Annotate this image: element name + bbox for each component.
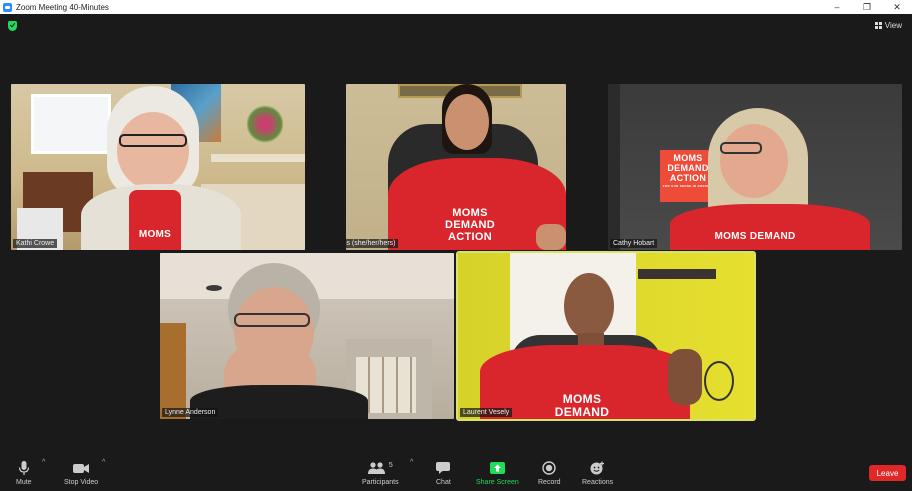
wood-cabinet (160, 323, 186, 419)
glasses (720, 142, 762, 154)
video-tile-kathi-crowe[interactable]: MOMS Kathi Crowe (11, 84, 305, 250)
shirt-text: MOMS (138, 229, 172, 240)
shelf (211, 154, 305, 162)
shirt-text-line2: DEMAND (554, 405, 610, 419)
share-screen-icon (489, 461, 505, 475)
stop-video-label: Stop Video (64, 479, 99, 486)
meeting-toolbar: Mute ^ Stop Video ^ 5 Participants ^ Cha… (0, 455, 912, 491)
reactions-button[interactable]: Reactions (582, 461, 613, 486)
participants-label: Participants (362, 479, 399, 486)
close-button[interactable]: ✕ (882, 0, 912, 14)
video-tile-lynne-anderson[interactable]: Lynne Anderson (160, 253, 454, 419)
record-label: Record (538, 479, 561, 486)
shirt-text-line1: MOMS (452, 207, 488, 219)
audio-options-caret[interactable]: ^ (42, 459, 45, 466)
glasses (234, 313, 310, 327)
participant-name: Faith Evans (she/her/hers) (346, 239, 399, 248)
microphone-icon (18, 461, 30, 475)
maximize-button[interactable]: ❐ (852, 0, 882, 14)
security-shield-icon[interactable] (8, 21, 17, 31)
shirt-text-line3: ACTION (448, 231, 492, 243)
participant-name: Laurent Vesely (460, 408, 513, 417)
zoom-app-icon (3, 2, 12, 12)
flowers (247, 104, 283, 144)
mute-button[interactable]: Mute (16, 461, 32, 486)
wall-shelf (638, 269, 716, 279)
face (445, 94, 489, 150)
mute-label: Mute (16, 479, 32, 486)
fan (704, 361, 734, 401)
face (117, 112, 189, 190)
red-shirt (670, 204, 870, 250)
right-arm (536, 224, 566, 250)
share-screen-button[interactable]: Share Screen (476, 461, 519, 486)
door-frame (608, 84, 620, 250)
chat-bubble-icon (436, 461, 451, 475)
stop-video-button[interactable]: Stop Video (64, 461, 98, 486)
video-background: MOMS DEMAND ACTION FOR GUN SENSE IN AMER… (608, 84, 902, 250)
raised-hand (668, 349, 702, 405)
record-button[interactable]: Record (538, 461, 561, 486)
red-shirt (129, 190, 181, 250)
video-camera-icon (73, 461, 90, 475)
ceiling-light (206, 285, 222, 291)
video-background: MOMS DEMAND (458, 253, 754, 419)
reactions-label: Reactions (582, 479, 614, 486)
participant-name: Cathy Hobart (610, 239, 658, 248)
shirt-text: MOMS DEMAND (714, 231, 796, 242)
grid-icon (874, 21, 882, 29)
face (564, 273, 614, 339)
window-titlebar: Zoom Meeting 40-Minutes – ❐ ✕ (0, 0, 912, 14)
view-button[interactable]: View (871, 18, 906, 32)
video-background: MOMS (11, 84, 305, 250)
glasses (119, 134, 187, 147)
view-label: View (884, 20, 902, 30)
record-icon (542, 461, 556, 475)
participants-count: 5 (388, 461, 393, 469)
face (720, 124, 788, 198)
window-controls: – ❐ ✕ (822, 0, 912, 14)
shirt-text-line1: MOMS (562, 392, 602, 406)
participants-button[interactable]: 5 Participants (362, 461, 399, 487)
window-title: Zoom Meeting 40-Minutes (16, 2, 109, 12)
video-tile-faith-evans[interactable]: MOMS DEMAND ACTION Faith Evans (she/her/… (346, 84, 566, 250)
leave-button[interactable]: Leave (869, 465, 906, 481)
minimize-button[interactable]: – (822, 0, 852, 14)
window-frame (31, 94, 111, 154)
video-tile-cathy-hobart[interactable]: MOMS DEMAND ACTION FOR GUN SENSE IN AMER… (608, 84, 902, 250)
share-screen-label: Share Screen (476, 479, 519, 486)
smiley-plus-icon (590, 461, 605, 475)
video-background (160, 253, 454, 419)
participants-icon: 5 (367, 461, 393, 475)
participant-name: Kathi Crowe (13, 239, 58, 248)
meeting-header: View (0, 14, 912, 36)
video-background: MOMS DEMAND ACTION (346, 84, 566, 250)
chat-label: Chat (436, 479, 451, 486)
video-options-caret[interactable]: ^ (102, 459, 105, 466)
chat-button[interactable]: Chat (436, 461, 451, 486)
shirt-text-line2: DEMAND (444, 219, 496, 231)
video-tile-laurent-vesely[interactable]: MOMS DEMAND Laurent Vesely (456, 251, 756, 421)
participant-name: Lynne Anderson (162, 408, 219, 417)
participants-options-caret[interactable]: ^ (410, 459, 413, 466)
